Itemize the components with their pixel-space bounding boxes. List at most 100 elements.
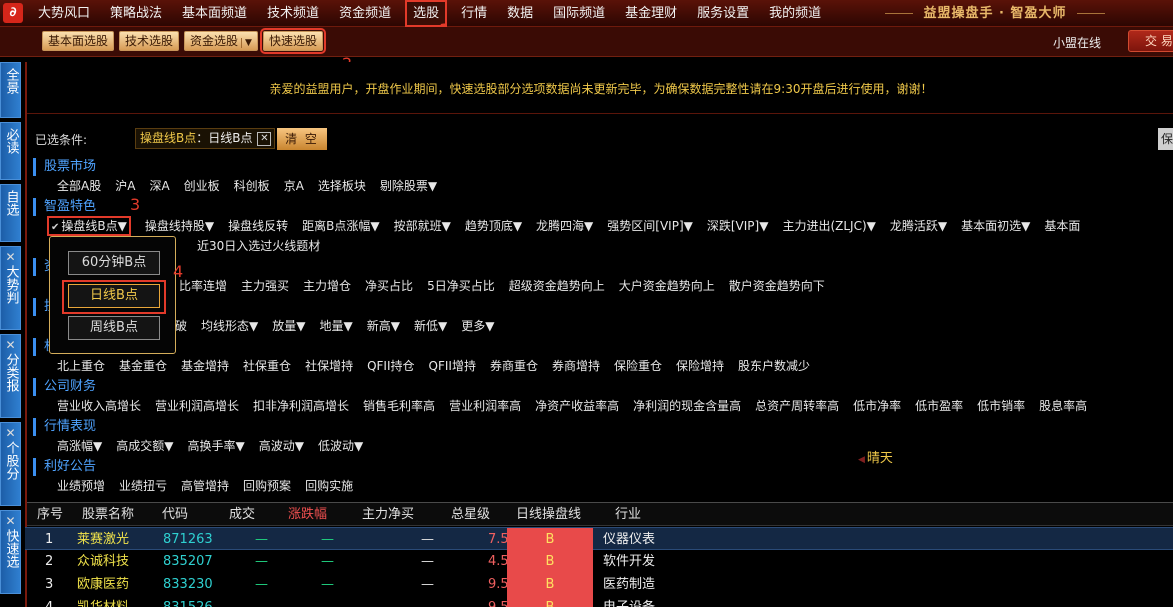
quote-high-volatility[interactable]: 高波动▼ <box>259 436 304 456</box>
market-star[interactable]: 科创板 <box>234 176 270 196</box>
quick-pick-button[interactable]: 快速选股 <box>259 28 326 54</box>
inst-fund-add[interactable]: 基金增持 <box>181 356 229 376</box>
market-all-a[interactable]: 全部A股 <box>57 176 101 196</box>
col-change[interactable]: 涨跌幅 <box>288 503 327 527</box>
feature-deep-fall[interactable]: 深跌[VIP]▼ <box>707 216 769 236</box>
vtab-overview[interactable]: 全景 <box>0 62 21 118</box>
fund-super-trend[interactable]: 超级资金趋势向上 <box>509 276 605 296</box>
col-industry[interactable]: 行业 <box>615 503 641 527</box>
tech-low-volume[interactable]: 地量▼ <box>319 316 352 336</box>
feature-dragon-four-seas[interactable]: 龙腾四海▼ <box>536 216 593 236</box>
fundamental-pick-button[interactable]: 基本面选股 <box>42 31 115 51</box>
menu-technical[interactable]: 技术频道 <box>257 0 329 27</box>
menu-quotes[interactable]: 行情 <box>451 0 497 27</box>
inst-ins-add[interactable]: 保险增持 <box>676 356 724 376</box>
menu-international[interactable]: 国际频道 <box>543 0 615 27</box>
chevron-down-icon[interactable]: ▼ <box>241 38 252 48</box>
inst-qfii-add[interactable]: QFII增持 <box>429 356 476 376</box>
feature-opline-b[interactable]: ✔ 操盘线B点▼ <box>47 216 131 236</box>
feature-strong-zone[interactable]: 强势区间[VIP]▼ <box>607 216 693 236</box>
fin-cash-content[interactable]: 净利润的现金含量高 <box>633 396 741 416</box>
fin-revenue-growth[interactable]: 营业收入高增长 <box>57 396 141 416</box>
menu-my-channel[interactable]: 我的频道 <box>759 0 831 27</box>
feature-fundamental-init[interactable]: 基本面初选▼ <box>961 216 1030 236</box>
inst-ss-add[interactable]: 社保增持 <box>305 356 353 376</box>
fin-low-ps[interactable]: 低市销率 <box>977 396 1025 416</box>
col-daily-opline[interactable]: 日线操盘线 <box>516 503 581 527</box>
market-sz-a[interactable]: 深A <box>149 176 169 196</box>
menu-data[interactable]: 数据 <box>497 0 543 27</box>
mini-online-link[interactable]: 小盟在线 <box>1053 34 1101 51</box>
feature-trend-top-bottom[interactable]: 趋势顶底▼ <box>465 216 522 236</box>
vtab-stock-analysis[interactable]: ✕ 个股分 <box>0 422 21 506</box>
fund-big-trend[interactable]: 大户资金趋势向上 <box>619 276 715 296</box>
quote-high-gain[interactable]: 高涨幅▼ <box>57 436 102 456</box>
fund-5d-net-buy[interactable]: 5日净买占比 <box>427 276 495 296</box>
fin-low-pe[interactable]: 低市盈率 <box>915 396 963 416</box>
clear-button[interactable]: 清 空 <box>277 128 327 150</box>
tech-more[interactable]: 更多▼ <box>461 316 494 336</box>
menu-settings[interactable]: 服务设置 <box>687 0 759 27</box>
vtab-category-report[interactable]: ✕ 分类报 <box>0 334 21 418</box>
tech-volume-up[interactable]: 放量▼ <box>272 316 305 336</box>
technical-pick-button[interactable]: 技术选股 <box>119 31 180 51</box>
inst-qfii-hold[interactable]: QFII持仓 <box>367 356 414 376</box>
trade-button[interactable]: 交 易 <box>1128 30 1173 52</box>
good-profit-forecast[interactable]: 业绩预增 <box>57 476 105 496</box>
fin-op-margin[interactable]: 营业利润率高 <box>449 396 521 416</box>
menu-capital[interactable]: 资金频道 <box>329 0 401 27</box>
inst-ss-heavy[interactable]: 社保重仓 <box>243 356 291 376</box>
table-row[interactable]: 1 莱赛激光 871263 — — — 7.5 B 仪器仪表 <box>25 527 1173 551</box>
table-row[interactable]: 2 众诚科技 835207 — — — 4.5 B 软件开发 <box>25 550 1173 573</box>
market-select-sector[interactable]: 选择板块 <box>318 176 366 196</box>
inst-northbound[interactable]: 北上重仓 <box>57 356 105 376</box>
fin-low-pb[interactable]: 低市净率 <box>853 396 901 416</box>
col-volume[interactable]: 成交 <box>229 503 255 527</box>
remove-condition-icon[interactable]: ✕ <box>257 132 272 146</box>
menu-strategy[interactable]: 策略战法 <box>100 0 172 27</box>
table-row[interactable]: 3 欧康医药 833230 — — — 9.5 B 医药制造 <box>25 573 1173 596</box>
fund-retail-trend[interactable]: 散户资金趋势向下 <box>729 276 825 296</box>
inst-broker-add[interactable]: 券商增持 <box>552 356 600 376</box>
col-stars[interactable]: 总星级 <box>451 503 490 527</box>
fin-op-profit-growth[interactable]: 营业利润高增长 <box>155 396 239 416</box>
inst-fund-heavy[interactable]: 基金重仓 <box>119 356 167 376</box>
feature-fundamental-more[interactable]: 基本面 <box>1044 216 1080 236</box>
tech-ma-pattern[interactable]: 均线形态▼ <box>201 316 258 336</box>
option-60min-b[interactable]: 60分钟B点 <box>68 251 160 275</box>
inst-holders-down[interactable]: 股东户数减少 <box>738 356 810 376</box>
menu-fundamental[interactable]: 基本面频道 <box>172 0 257 27</box>
option-daily-b[interactable]: 日线B点 <box>68 284 160 308</box>
vtab-must-read[interactable]: 必读 <box>0 122 21 180</box>
good-exec-buy[interactable]: 高管增持 <box>181 476 229 496</box>
table-row[interactable]: 4 凯华材料 831526 — — — 9.5B 电子设备 <box>25 596 1173 607</box>
fund-main-add[interactable]: 主力增仓 <box>303 276 351 296</box>
menu-funds[interactable]: 基金理财 <box>615 0 687 27</box>
col-code[interactable]: 代码 <box>162 503 188 527</box>
capital-pick-button[interactable]: 资金选股 ▼ <box>184 31 258 51</box>
good-buyback-done[interactable]: 回购实施 <box>305 476 353 496</box>
feature-dragon-active[interactable]: 龙腾活跃▼ <box>890 216 947 236</box>
tech-break[interactable]: 破 <box>175 316 187 336</box>
close-icon[interactable]: ✕ <box>1 513 20 529</box>
fin-asset-turnover[interactable]: 总资产周转率高 <box>755 396 839 416</box>
fin-roe[interactable]: 净资产收益率高 <box>535 396 619 416</box>
quote-high-turnover[interactable]: 高换手率▼ <box>187 436 244 456</box>
fin-net-profit-growth[interactable]: 扣非净利润高增长 <box>253 396 349 416</box>
quote-low-volatility[interactable]: 低波动▼ <box>318 436 363 456</box>
vtab-watchlist[interactable]: 自选 <box>0 184 21 242</box>
fund-ratio-rise[interactable]: 比率连增 <box>179 276 227 296</box>
menu-trend[interactable]: 大势风口 <box>28 0 100 27</box>
app-logo-icon[interactable]: ∂ <box>3 3 23 23</box>
good-turnaround[interactable]: 业绩扭亏 <box>119 476 167 496</box>
feature-opline-hold[interactable]: 操盘线持股▼ <box>145 216 214 236</box>
option-weekly-b[interactable]: 周线B点 <box>68 316 160 340</box>
close-icon[interactable]: ✕ <box>1 337 20 353</box>
inst-broker-heavy[interactable]: 券商重仓 <box>490 356 538 376</box>
fund-net-buy-ratio[interactable]: 净买占比 <box>365 276 413 296</box>
col-index[interactable]: 序号 <box>37 503 63 527</box>
fin-gross-margin[interactable]: 销售毛利率高 <box>363 396 435 416</box>
market-gem[interactable]: 创业板 <box>184 176 220 196</box>
close-icon[interactable]: ✕ <box>1 249 20 265</box>
fund-main-buy[interactable]: 主力强买 <box>241 276 289 296</box>
